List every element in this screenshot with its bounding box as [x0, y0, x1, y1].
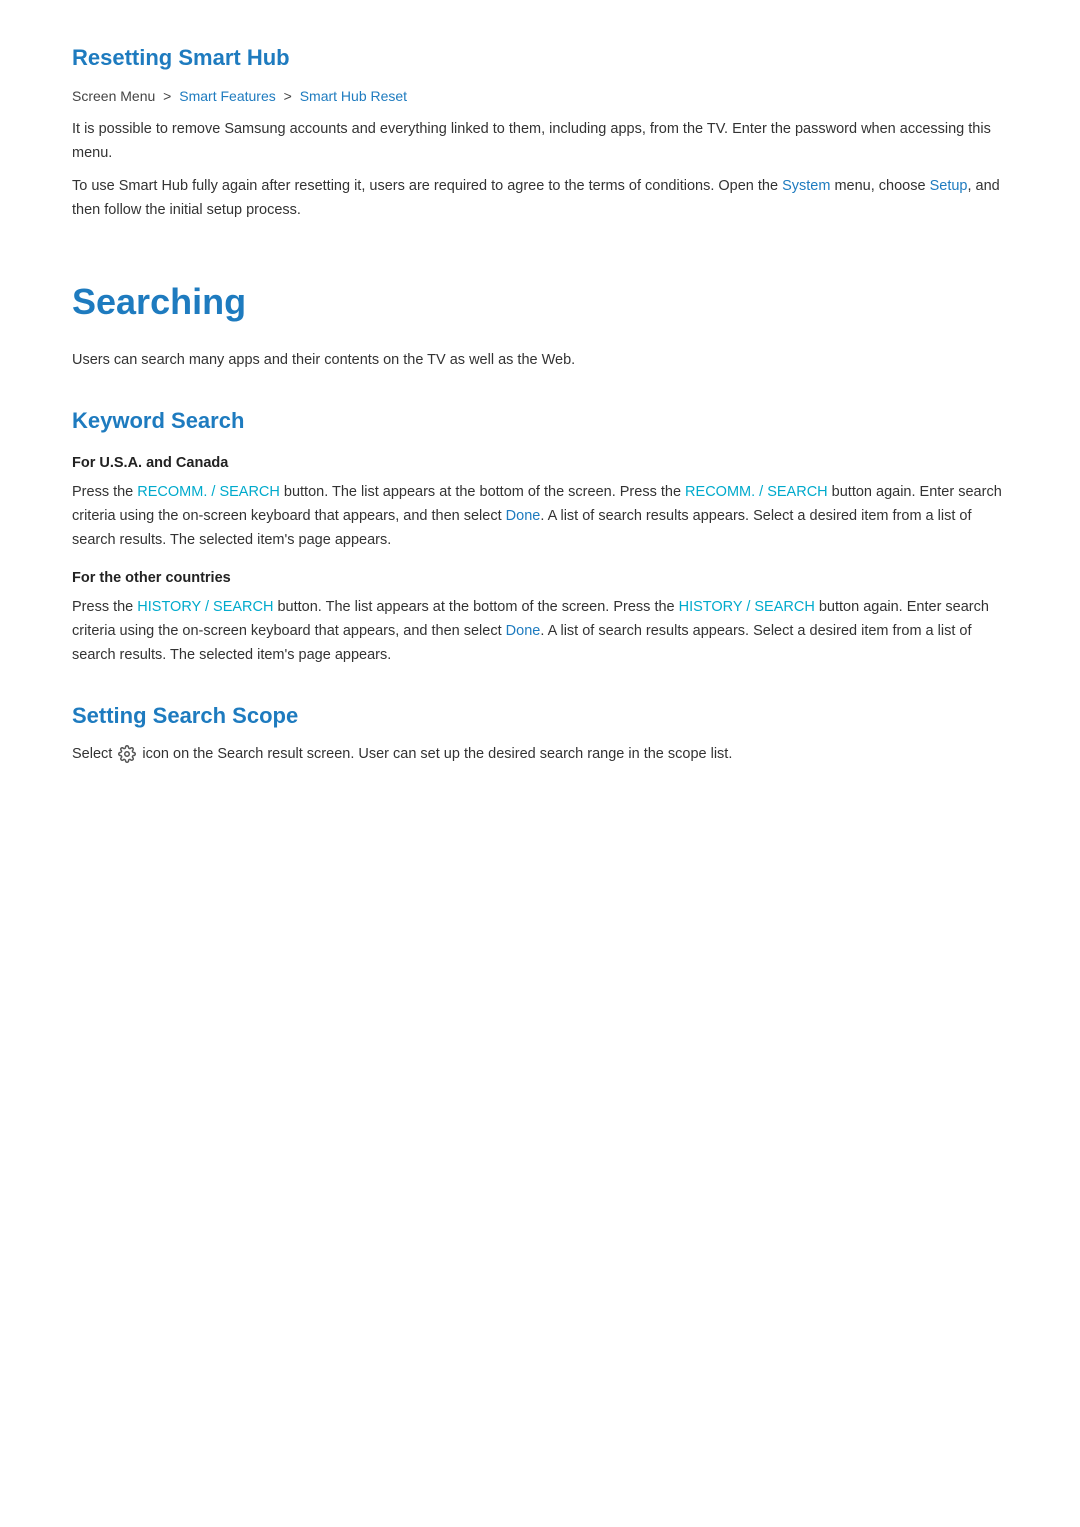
usa-para-prefix: Press the: [72, 484, 137, 500]
usa-para-mid1: button. The list appears at the bottom o…: [280, 484, 685, 500]
setting-scope-suffix: icon on the Search result screen. User c…: [142, 746, 732, 762]
resetting-para2-mid: menu, choose: [830, 178, 929, 194]
usa-heading: For U.S.A. and Canada: [72, 452, 1008, 475]
resetting-para1: It is possible to remove Samsung account…: [72, 118, 1008, 166]
keyword-search-section: Keyword Search For U.S.A. and Canada Pre…: [72, 403, 1008, 668]
resetting-setup-link[interactable]: Setup: [930, 178, 968, 194]
breadcrumb-smart-features[interactable]: Smart Features: [179, 88, 275, 104]
resetting-title: Resetting Smart Hub: [72, 40, 1008, 75]
searching-section: Searching Users can search many apps and…: [72, 273, 1008, 373]
setting-search-scope-title: Setting Search Scope: [72, 698, 1008, 733]
usa-recomm2: RECOMM. / SEARCH: [685, 484, 828, 500]
other-paragraph: Press the HISTORY / SEARCH button. The l…: [72, 596, 1008, 668]
resetting-para2: To use Smart Hub fully again after reset…: [72, 175, 1008, 223]
usa-done: Done: [506, 508, 541, 524]
breadcrumb-screen-menu: Screen Menu: [72, 88, 155, 104]
other-history1: HISTORY / SEARCH: [137, 599, 273, 615]
setting-search-scope-section: Setting Search Scope Select icon on the …: [72, 698, 1008, 767]
usa-recomm1: RECOMM. / SEARCH: [137, 484, 280, 500]
other-done: Done: [506, 623, 541, 639]
resetting-para2-prefix: To use Smart Hub fully again after reset…: [72, 178, 782, 194]
gear-icon: [116, 746, 142, 762]
searching-description: Users can search many apps and their con…: [72, 349, 1008, 373]
breadcrumb-smart-hub-reset[interactable]: Smart Hub Reset: [300, 88, 407, 104]
breadcrumb-separator-1: >: [163, 88, 171, 104]
other-para-mid1: button. The list appears at the bottom o…: [273, 599, 678, 615]
setting-scope-prefix: Select: [72, 746, 116, 762]
breadcrumb-separator-2: >: [284, 88, 292, 104]
other-heading: For the other countries: [72, 567, 1008, 590]
other-para-prefix: Press the: [72, 599, 137, 615]
breadcrumb: Screen Menu > Smart Features > Smart Hub…: [72, 85, 1008, 107]
searching-title: Searching: [72, 273, 1008, 331]
keyword-search-title: Keyword Search: [72, 403, 1008, 438]
resetting-system-link[interactable]: System: [782, 178, 830, 194]
usa-paragraph: Press the RECOMM. / SEARCH button. The l…: [72, 481, 1008, 553]
setting-search-scope-para: Select icon on the Search result screen.…: [72, 743, 1008, 767]
resetting-smart-hub-section: Resetting Smart Hub Screen Menu > Smart …: [72, 40, 1008, 223]
other-history2: HISTORY / SEARCH: [679, 599, 815, 615]
